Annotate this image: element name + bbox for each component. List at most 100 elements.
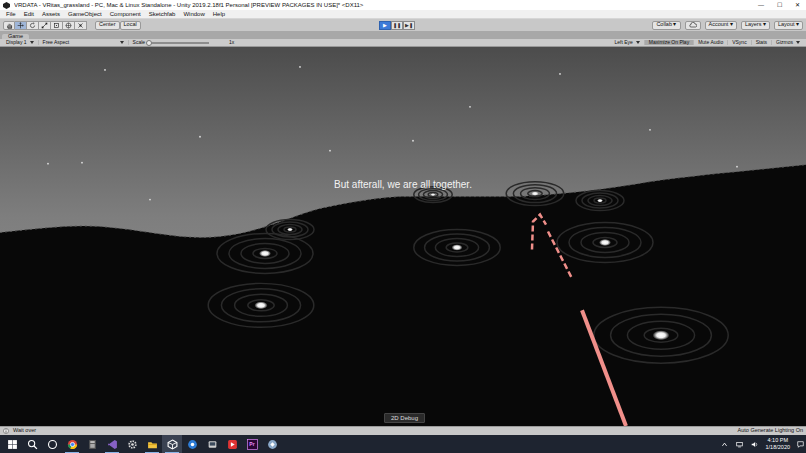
toggle-button[interactable]: Maximize On Play bbox=[645, 40, 694, 45]
tool-button[interactable] bbox=[3, 21, 15, 30]
taskbar-app[interactable] bbox=[122, 435, 142, 453]
media-app-icon bbox=[227, 439, 238, 450]
tool-button[interactable] bbox=[51, 21, 63, 30]
clock-time: 4:10 PM bbox=[766, 437, 790, 444]
maximize-button[interactable]: ☐ bbox=[770, 2, 788, 8]
menu-item[interactable]: Edit bbox=[20, 11, 38, 17]
speaker-icon[interactable] bbox=[751, 441, 758, 448]
calculator-icon bbox=[87, 439, 98, 450]
toggle-button[interactable]: VSync bbox=[728, 40, 751, 45]
taskbar-app[interactable] bbox=[262, 435, 282, 453]
handle-button[interactable]: Local bbox=[120, 21, 141, 30]
display-dropdown[interactable]: Display 1 bbox=[2, 40, 39, 45]
eye-dropdown[interactable]: Left Eye bbox=[611, 40, 645, 45]
file-explorer-icon bbox=[147, 439, 158, 450]
taskbar-app[interactable] bbox=[222, 435, 242, 453]
clock-date: 1/18/2020 bbox=[766, 444, 790, 451]
visual-studio-icon bbox=[107, 439, 118, 450]
taskbar-app[interactable] bbox=[82, 435, 102, 453]
scale-thumb[interactable] bbox=[146, 40, 152, 46]
taskbar: Pr 4:10 PM 1/18/2020 bbox=[0, 435, 806, 453]
notifications-button[interactable] bbox=[794, 441, 806, 448]
scale-icon bbox=[41, 22, 48, 29]
clock[interactable]: 4:10 PM 1/18/2020 bbox=[762, 437, 794, 451]
windows-start-icon bbox=[7, 439, 18, 450]
playback-glyph: ▶❚ bbox=[405, 23, 413, 28]
main-toolbar: Center Local ▶❚❚ ▶❚ Collab ▾ Account ▾ La… bbox=[0, 19, 806, 31]
debug-button[interactable]: 2D Debug bbox=[384, 413, 425, 423]
taskbar-app[interactable] bbox=[142, 435, 162, 453]
unity-editor-window: VRDATA - VRitas_grassland - PC, Mac & Li… bbox=[0, 0, 806, 453]
menu-item[interactable]: Window bbox=[179, 11, 208, 17]
chevron-up-icon[interactable] bbox=[721, 441, 728, 448]
menu-item[interactable]: GameObject bbox=[64, 11, 106, 17]
gizmos-label: Gizmos bbox=[776, 40, 793, 45]
tool-button[interactable] bbox=[75, 21, 87, 30]
pivot-button[interactable]: Center bbox=[95, 21, 120, 30]
taskbar-app[interactable] bbox=[162, 435, 182, 453]
layers-button[interactable]: Layers ▾ bbox=[741, 21, 770, 30]
gizmos-dropdown[interactable]: Gizmos bbox=[772, 40, 804, 45]
step-button[interactable]: ▶❚ bbox=[403, 21, 415, 30]
scale-slider[interactable] bbox=[149, 42, 209, 44]
network-icon[interactable] bbox=[736, 441, 743, 448]
playback-controls: ▶❚❚ ▶❚ bbox=[379, 21, 415, 30]
minimize-button[interactable]: — bbox=[752, 2, 770, 8]
menu-bar: FileEditAssetsGameObjectComponentSketchf… bbox=[0, 10, 806, 19]
aspect-dropdown[interactable]: Free Aspect bbox=[39, 40, 129, 45]
cortana-icon bbox=[47, 439, 58, 450]
close-button[interactable]: ✕ bbox=[788, 2, 806, 8]
game-tab-bar: Game bbox=[0, 31, 806, 39]
layout-button[interactable]: Layout ▾ bbox=[774, 21, 803, 30]
account-button[interactable]: Account ▾ bbox=[705, 21, 737, 30]
move-icon bbox=[17, 22, 24, 29]
taskbar-app[interactable] bbox=[22, 435, 42, 453]
settings-icon bbox=[127, 439, 138, 450]
tool-button[interactable] bbox=[39, 21, 51, 30]
menu-item[interactable]: Help bbox=[209, 11, 229, 17]
taskbar-app[interactable] bbox=[2, 435, 22, 453]
taskbar-app[interactable]: Pr bbox=[242, 435, 262, 453]
eye-label: Left Eye bbox=[615, 40, 633, 45]
lighting-status: Auto Generate Lighting On bbox=[738, 428, 803, 434]
cloud-icon bbox=[689, 22, 697, 28]
tool-button[interactable] bbox=[63, 21, 75, 30]
play-button[interactable]: ▶ bbox=[379, 21, 391, 30]
toggle-button[interactable]: Stats bbox=[752, 40, 772, 45]
taskbar-app[interactable] bbox=[62, 435, 82, 453]
tool-button[interactable] bbox=[27, 21, 39, 30]
display-label: Display 1 bbox=[6, 40, 27, 45]
taskbar-app[interactable] bbox=[202, 435, 222, 453]
cloud-button[interactable] bbox=[685, 21, 701, 30]
taskbar-app[interactable] bbox=[42, 435, 62, 453]
unity-icon bbox=[167, 439, 178, 450]
status-message: Wait over bbox=[13, 428, 738, 434]
system-tray bbox=[721, 441, 758, 448]
game-scene bbox=[0, 47, 806, 426]
search-icon bbox=[27, 439, 38, 450]
hand-icon bbox=[6, 22, 13, 29]
window-title: VRDATA - VRitas_grassland - PC, Mac & Li… bbox=[14, 2, 752, 8]
tool-button[interactable] bbox=[15, 21, 27, 30]
playback-glyph: ❚❚ bbox=[393, 23, 401, 28]
scale-reading: 1x bbox=[229, 40, 234, 45]
pause-button[interactable]: ❚❚ bbox=[391, 21, 403, 30]
unity-logo-icon bbox=[3, 2, 10, 9]
chrome-icon bbox=[67, 439, 78, 450]
menu-item[interactable]: Component bbox=[106, 11, 145, 17]
aspect-label: Free Aspect bbox=[43, 40, 117, 45]
subtitle-text: But afterall, we are all together. bbox=[0, 180, 806, 190]
toggle-button[interactable]: Mute Audio bbox=[694, 40, 728, 45]
menu-item[interactable]: File bbox=[2, 11, 20, 17]
taskbar-app[interactable] bbox=[102, 435, 122, 453]
taskbar-app[interactable] bbox=[182, 435, 202, 453]
menu-item[interactable]: Sketchfab bbox=[145, 11, 180, 17]
notification-icon bbox=[797, 441, 804, 448]
rect-icon bbox=[53, 22, 60, 29]
app-label: Pr bbox=[249, 442, 254, 447]
collab-button[interactable]: Collab ▾ bbox=[652, 21, 680, 30]
menu-item[interactable]: Assets bbox=[38, 11, 64, 17]
game-view[interactable]: But afterall, we are all together. 2D De… bbox=[0, 47, 806, 426]
scale-label: Scale bbox=[133, 40, 146, 45]
app-icon bbox=[267, 439, 278, 450]
